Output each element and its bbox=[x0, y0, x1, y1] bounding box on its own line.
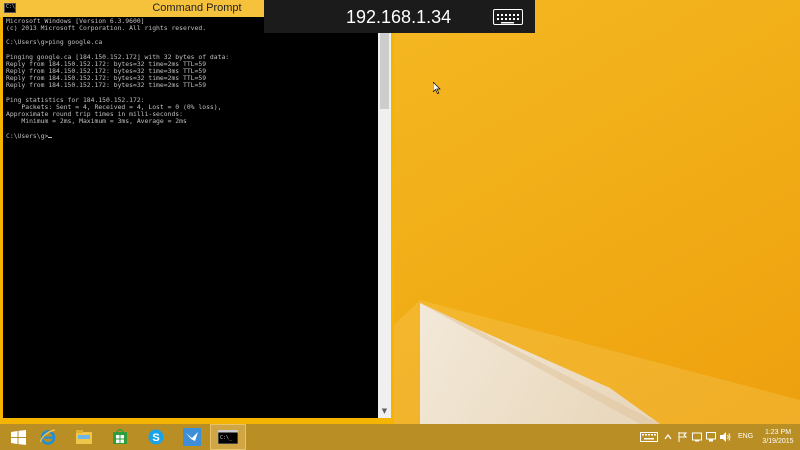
chevron-up-icon[interactable] bbox=[664, 432, 672, 442]
clock-date: 3/19/2015 bbox=[762, 438, 794, 445]
console-line: Reply from 184.150.152.172: bytes=32 tim… bbox=[6, 81, 207, 90]
text-cursor bbox=[48, 136, 53, 138]
taskbar-app-bird[interactable] bbox=[174, 424, 210, 450]
console-line: (c) 2013 Microsoft Corporation. All righ… bbox=[6, 24, 207, 33]
taskbar-store[interactable] bbox=[102, 424, 138, 450]
taskbar-command-prompt[interactable]: C:\_ bbox=[210, 424, 246, 450]
remote-host-address: 192.168.1.34 bbox=[346, 7, 452, 27]
network-icon[interactable] bbox=[706, 432, 716, 442]
touch-keyboard-icon[interactable] bbox=[640, 432, 658, 442]
taskbar[interactable]: S C:\_ ENG 1:23 PM 3/19/2015 bbox=[0, 424, 800, 450]
scroll-thumb[interactable] bbox=[380, 31, 389, 109]
action-center-flag-icon[interactable] bbox=[678, 432, 687, 442]
console-line: Minimum = 2ms, Maximum = 3ms, Average = … bbox=[6, 117, 187, 126]
store-icon bbox=[113, 429, 127, 444]
scroll-down-icon[interactable]: ▼ bbox=[378, 405, 391, 418]
console-line: C:\Users\g>ping google.ca bbox=[6, 38, 103, 47]
command-prompt-window[interactable]: C:\ Command Prompt Microsoft Windows [Ve… bbox=[0, 0, 394, 424]
svg-text:S: S bbox=[152, 432, 159, 444]
bird-app-icon bbox=[183, 428, 201, 446]
svg-text:C:\_: C:\_ bbox=[220, 435, 233, 441]
remote-connection-bar[interactable]: 192.168.1.34 bbox=[264, 0, 535, 33]
console-line: C:\Users\g> bbox=[6, 131, 49, 140]
taskbar-clock[interactable]: 1:23 PM 3/19/2015 bbox=[756, 428, 800, 446]
console-text: Microsoft Windows [Version 6.3.9600] (c)… bbox=[3, 17, 378, 141]
vertical-scrollbar[interactable]: ▲ ▼ bbox=[378, 17, 391, 418]
file-explorer-icon bbox=[76, 430, 92, 444]
internet-explorer-icon bbox=[40, 429, 56, 445]
screen-icon[interactable] bbox=[692, 432, 702, 442]
keyboard-icon[interactable] bbox=[493, 9, 523, 25]
mouse-pointer-icon bbox=[433, 82, 441, 94]
taskbar-skype[interactable]: S bbox=[138, 424, 174, 450]
taskbar-internet-explorer[interactable] bbox=[30, 424, 66, 450]
console-output[interactable]: Microsoft Windows [Version 6.3.9600] (c)… bbox=[3, 17, 378, 418]
taskbar-file-explorer[interactable] bbox=[66, 424, 102, 450]
skype-icon: S bbox=[148, 429, 164, 445]
input-language[interactable]: ENG bbox=[738, 424, 753, 450]
windows-logo-icon bbox=[10, 429, 26, 445]
volume-icon[interactable] bbox=[720, 432, 731, 442]
command-prompt-icon: C:\_ bbox=[218, 430, 238, 444]
clock-time: 1:23 PM bbox=[764, 429, 792, 436]
